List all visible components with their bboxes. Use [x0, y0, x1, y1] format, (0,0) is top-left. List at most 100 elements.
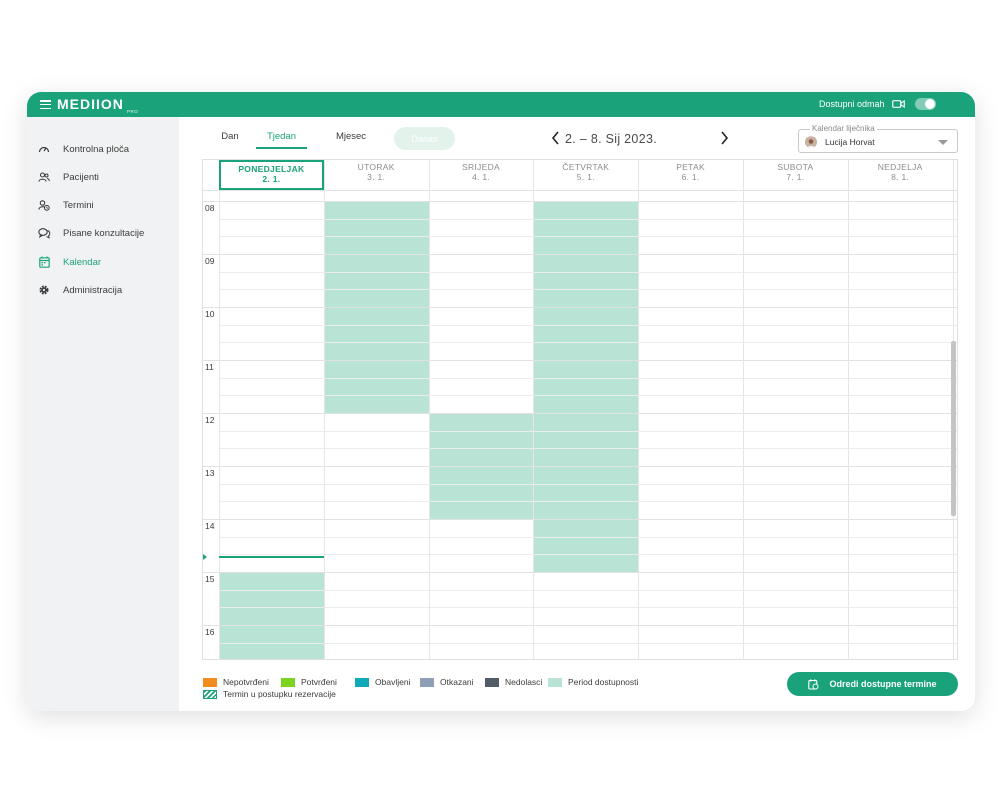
- legend-item: Potvrđeni: [281, 677, 337, 687]
- day-name: Subota: [777, 162, 814, 172]
- appointment-icon: [37, 198, 51, 212]
- app-window: MEDIION PRO Dostupni odmah Kontrolna plo…: [27, 92, 975, 711]
- hour-label: 13: [205, 468, 215, 478]
- sidebar-item-written-consultations[interactable]: Pisane konzultacije: [37, 225, 144, 241]
- tab-day[interactable]: Dan: [219, 131, 241, 149]
- hour-label: 11: [205, 362, 214, 372]
- grid-row-line: [203, 201, 957, 202]
- sidebar-item-label: Kontrolna ploča: [63, 143, 130, 155]
- app-logo-sub: PRO: [127, 109, 139, 114]
- legend-label: Nepotvrđeni: [223, 677, 269, 687]
- hour-label: 12: [205, 415, 215, 425]
- sidebar-item-appointments[interactable]: Termini: [37, 197, 94, 213]
- grid-row-line: [203, 360, 957, 361]
- legend-swatch: [485, 677, 499, 687]
- legend-item: Nepotvrđeni: [203, 677, 269, 687]
- toggle-knob: [925, 99, 935, 109]
- set-available-slots-label: Odredi dostupne termine: [829, 679, 937, 689]
- day-date: 3. 1.: [367, 172, 386, 182]
- availability-block[interactable]: [219, 572, 324, 659]
- day-date: 6. 1.: [681, 172, 700, 182]
- availability-block[interactable]: [533, 201, 639, 572]
- doctor-name: Lucija Horvat: [825, 137, 875, 147]
- calendar-scrollbar[interactable]: [951, 341, 956, 516]
- legend-label: Period dostupnosti: [568, 677, 639, 687]
- grid-row-line: [203, 413, 957, 414]
- next-week-icon[interactable]: [717, 130, 731, 146]
- day-name: Petak: [676, 162, 705, 172]
- sidebar-item-label: Pacijenti: [63, 171, 99, 183]
- availability-label: Dostupni odmah: [819, 99, 885, 109]
- legend-item: Termin u postupku rezervacije: [203, 689, 336, 699]
- hour-label: 15: [205, 574, 215, 584]
- grid-row-line: [203, 307, 957, 308]
- grid-column-line: [847, 160, 849, 659]
- day-header[interactable]: Ponedjeljak 2. 1.: [219, 160, 324, 190]
- grid-row-line: [203, 519, 957, 520]
- status-legend: Nepotvrđeni Potvrđeni Obavljeni Otkazani Ned…: [203, 677, 763, 707]
- legend-label: Obavljeni: [375, 677, 411, 687]
- day-name: Četvrtak: [562, 162, 610, 172]
- video-icon: [892, 100, 905, 108]
- day-name: Ponedjeljak: [238, 164, 305, 174]
- legend-item: Obavljeni: [355, 677, 410, 687]
- day-name: Nedjelja: [877, 162, 923, 172]
- day-date: 7. 1.: [786, 172, 805, 182]
- avatar: [805, 136, 817, 148]
- legend-item: Period dostupnosti: [548, 677, 638, 687]
- day-header[interactable]: Subota 7. 1.: [743, 160, 848, 190]
- current-time-line: [219, 556, 324, 558]
- day-header[interactable]: Nedjelja 8. 1.: [848, 160, 953, 190]
- hour-label: 08: [205, 203, 215, 213]
- day-header[interactable]: Petak 6. 1.: [638, 160, 743, 190]
- hour-label: 09: [205, 256, 215, 266]
- gauge-icon: [37, 142, 51, 156]
- tab-month[interactable]: Mjesec: [331, 131, 371, 149]
- sidebar: Kontrolna ploča Pacijenti Termini Pisane…: [27, 117, 179, 711]
- sidebar-item-label: Termini: [63, 199, 94, 211]
- legend-item: Nedolasci: [485, 677, 542, 687]
- top-bar: MEDIION PRO Dostupni odmah: [27, 92, 975, 117]
- week-calendar-grid: Ponedjeljak 2. 1. Utorak 3. 1. Srijeda 4. 1. Č…: [202, 159, 958, 660]
- doctor-select-legend: Kalendar liječnika: [810, 124, 877, 133]
- day-name: Srijeda: [461, 162, 500, 172]
- app-logo: MEDIION: [57, 96, 124, 112]
- legend-swatch: [281, 677, 295, 687]
- legend-swatch: [420, 677, 434, 687]
- grid-column-line: [219, 160, 220, 659]
- grid-column-line: [743, 160, 744, 659]
- set-available-slots-button[interactable]: Odredi dostupne termine: [787, 672, 958, 696]
- menu-icon[interactable]: [40, 100, 51, 110]
- sidebar-item-label: Kalendar: [63, 256, 102, 268]
- sidebar-item-calendar[interactable]: Kalendar: [37, 254, 101, 270]
- legend-swatch: [203, 677, 217, 687]
- sidebar-item-administration[interactable]: Administracija: [37, 282, 122, 298]
- grid-header-line: [203, 190, 957, 191]
- day-header[interactable]: Srijeda 4. 1.: [429, 160, 534, 190]
- legend-swatch: [203, 689, 217, 699]
- chevron-down-icon: [938, 140, 948, 145]
- day-date: 4. 1.: [471, 172, 491, 182]
- day-header[interactable]: Četvrtak 5. 1.: [533, 160, 638, 190]
- today-button[interactable]: Danas: [394, 127, 455, 150]
- grid-column-line: [638, 160, 640, 659]
- sidebar-item-patients[interactable]: Pacijenti: [37, 169, 99, 185]
- legend-swatch: [548, 677, 562, 687]
- tab-week-underline: [256, 147, 307, 149]
- legend-label: Nedolasci: [505, 677, 543, 687]
- grid-row-line: [203, 625, 957, 626]
- day-header[interactable]: Utorak 3. 1.: [324, 160, 429, 190]
- sidebar-item-label: Pisane konzultacije: [63, 227, 145, 239]
- doctor-calendar-select[interactable]: Kalendar liječnika Lucija Horvat: [798, 124, 958, 153]
- legend-swatch: [355, 677, 369, 687]
- prev-week-icon[interactable]: [549, 130, 563, 146]
- legend-label: Termin u postupku rezervacije: [223, 689, 336, 699]
- chat-icon: [37, 226, 51, 240]
- current-time-marker: [203, 553, 207, 560]
- grid-column-line: [428, 160, 430, 659]
- sidebar-item-dashboard[interactable]: Kontrolna ploča: [37, 141, 129, 157]
- legend-item: Otkazani: [420, 677, 474, 687]
- hour-label: 10: [205, 309, 215, 319]
- availability-toggle[interactable]: [915, 98, 936, 110]
- legend-label: Otkazani: [440, 677, 474, 687]
